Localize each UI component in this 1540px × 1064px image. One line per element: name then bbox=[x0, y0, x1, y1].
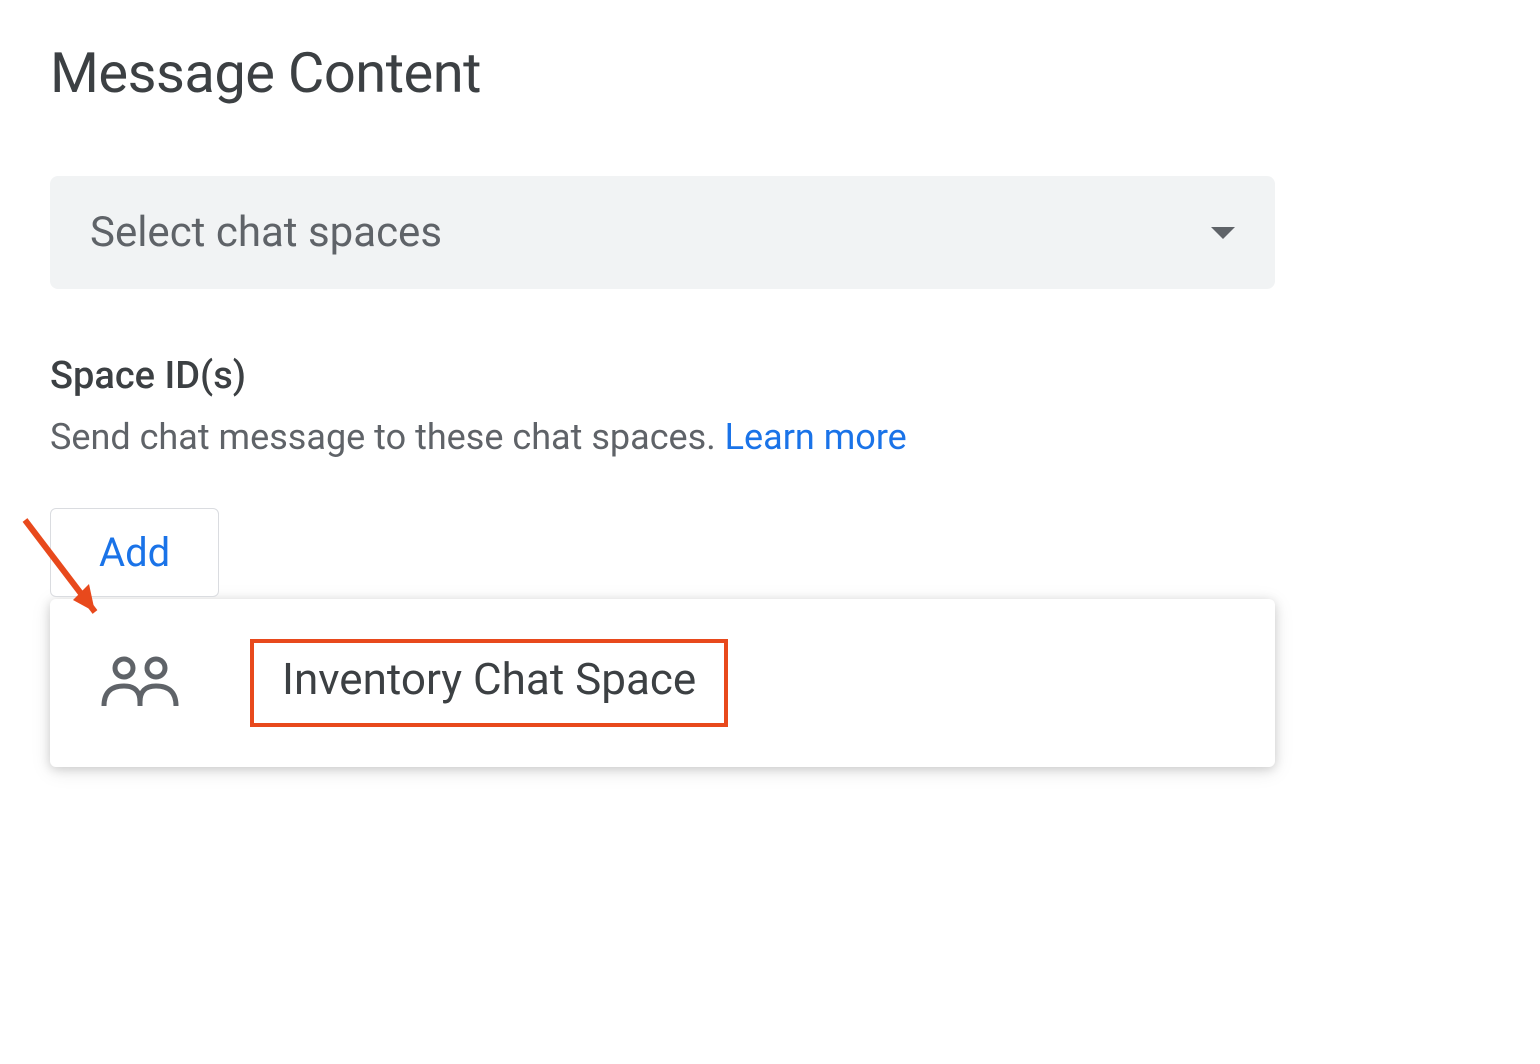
chat-space-menu-item[interactable]: Inventory Chat Space bbox=[100, 639, 1225, 727]
page-title: Message Content bbox=[50, 40, 1490, 106]
learn-more-link[interactable]: Learn more bbox=[725, 416, 907, 458]
space-ids-heading: Space ID(s) bbox=[50, 354, 1490, 398]
menu-item-label: Inventory Chat Space bbox=[282, 653, 696, 705]
highlight-annotation: Inventory Chat Space bbox=[250, 639, 728, 727]
description-text: Send chat message to these chat spaces. bbox=[50, 416, 725, 458]
chat-space-dropdown-menu: Inventory Chat Space bbox=[50, 599, 1275, 767]
space-ids-description: Send chat message to these chat spaces. … bbox=[50, 416, 1490, 458]
chevron-down-icon bbox=[1211, 227, 1235, 239]
dropdown-label: Select chat spaces bbox=[90, 208, 442, 257]
add-button[interactable]: Add bbox=[50, 508, 219, 597]
select-chat-spaces-dropdown[interactable]: Select chat spaces bbox=[50, 176, 1275, 289]
people-icon bbox=[100, 656, 180, 711]
